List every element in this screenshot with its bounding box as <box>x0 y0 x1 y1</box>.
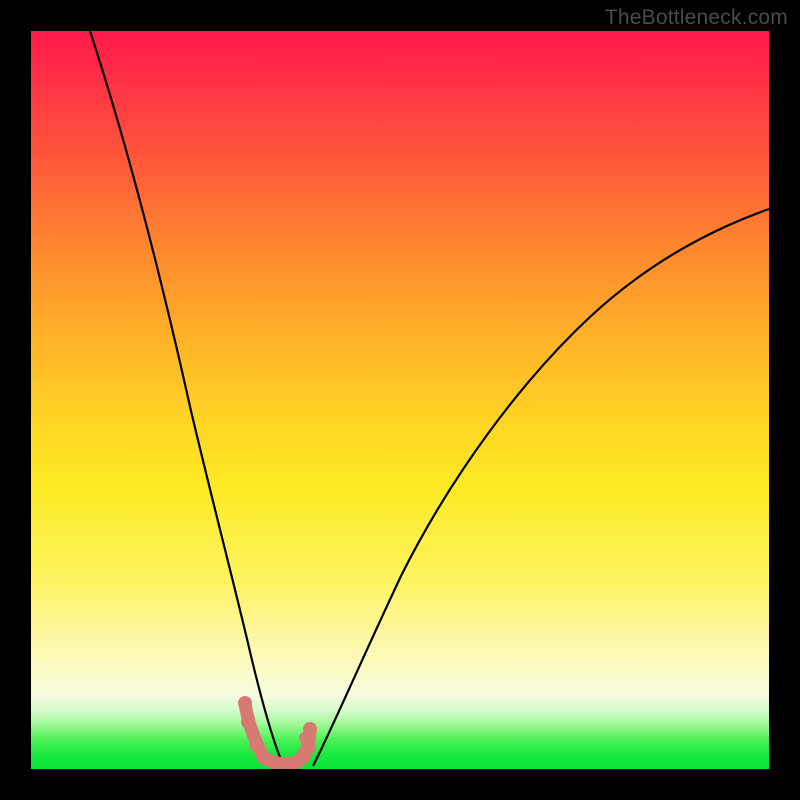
bottom-dots <box>238 696 317 769</box>
right-curve <box>313 209 769 766</box>
left-curve <box>90 31 283 765</box>
plot-area <box>31 31 769 769</box>
chart-frame: TheBottleneck.com <box>0 0 800 800</box>
watermark-text: TheBottleneck.com <box>605 6 788 30</box>
curves-svg <box>31 31 769 769</box>
